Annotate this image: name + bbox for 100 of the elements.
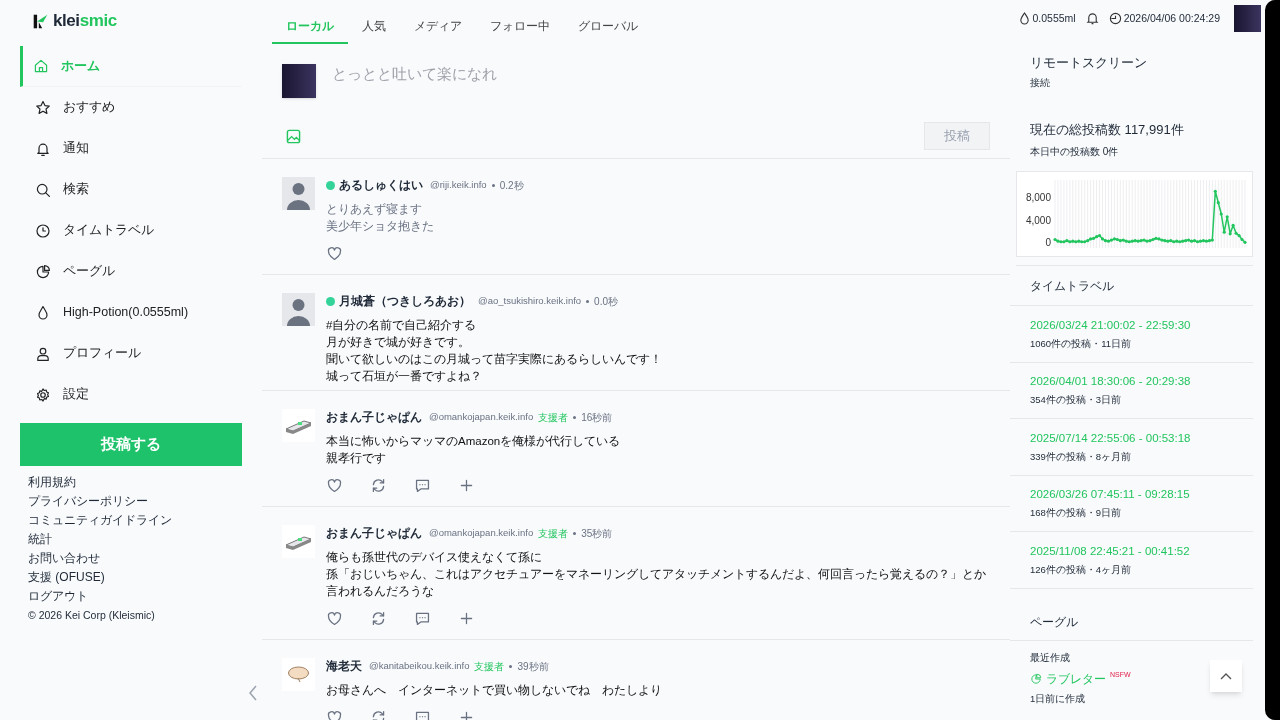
- user-name[interactable]: おまん子じゃぱん: [326, 408, 422, 426]
- collapse-icon[interactable]: [248, 684, 258, 702]
- heart-icon[interactable]: [326, 477, 343, 494]
- post-time: 16秒前: [581, 410, 613, 425]
- nav-item[interactable]: High-Potion(0.0555ml): [20, 292, 242, 333]
- nav-item[interactable]: 通知: [20, 128, 242, 169]
- time-travel-item[interactable]: 2026/03/26 07:45:11 - 09:28:15 168件の投稿・9日前: [1010, 475, 1253, 532]
- y-tick-label: 8,000: [1025, 192, 1051, 203]
- chevron-up-icon: [1220, 672, 1232, 680]
- section-title: タイムトラベル: [1010, 266, 1253, 306]
- repost-icon[interactable]: [370, 477, 387, 494]
- user-name[interactable]: おまん子じゃぱん: [326, 524, 422, 542]
- supporter-label: 支援者: [538, 526, 569, 541]
- logo[interactable]: kleismic: [53, 8, 117, 34]
- user-name[interactable]: 海老天: [326, 657, 362, 675]
- user-handle[interactable]: @omankojapan.keik.info: [429, 525, 534, 541]
- section-title: リモートスクリーン: [1030, 54, 1148, 72]
- nav-item[interactable]: 設定: [20, 374, 242, 415]
- today-post-count: 本日中の投稿数 0件: [1030, 145, 1120, 159]
- feed-tab[interactable]: フォロー中: [476, 12, 564, 44]
- footer-link[interactable]: 利用規約: [28, 474, 76, 491]
- heart-icon[interactable]: [326, 245, 343, 262]
- post-time: 39秒前: [517, 659, 549, 674]
- plus-icon[interactable]: [458, 610, 475, 627]
- clock-icon: [35, 222, 51, 239]
- home-icon: [33, 58, 49, 74]
- connection-status: 接続: [1030, 75, 1051, 90]
- time-travel-item[interactable]: 2026/03/24 21:00:02 - 22:59:30 1060件の投稿・11日前: [1010, 306, 1253, 363]
- user-handle[interactable]: @omankojapan.keik.info: [429, 409, 534, 425]
- pie-chart-icon: [1030, 672, 1042, 685]
- user-handle[interactable]: @kanitabeikou.keik.info: [369, 658, 470, 674]
- settings-icon: [35, 386, 51, 403]
- data-point: [1213, 189, 1217, 193]
- nav-item[interactable]: おすすめ: [20, 87, 242, 128]
- footer-link[interactable]: コミュニティガイドライン: [28, 512, 172, 529]
- box-avatar: [282, 525, 315, 558]
- supporter-label: 支援者: [538, 410, 569, 425]
- feed-tab[interactable]: 人気: [348, 12, 400, 44]
- total-post-count: 現在の総投稿数 117,991件: [1030, 120, 1185, 139]
- nav-item[interactable]: タイムトラベル: [20, 210, 242, 251]
- logo-icon: [32, 12, 49, 30]
- avatar: [282, 64, 316, 98]
- data-point: [1222, 230, 1226, 234]
- comment-icon[interactable]: [414, 610, 431, 627]
- created-time: 1日前に作成: [1029, 691, 1087, 706]
- heart-icon[interactable]: [326, 610, 343, 627]
- post-text: 俺らも孫世代のデバイス使えなくて孫に 孫「おじいちゃん、これはアクセチュアーをマネーリングしてアタッチメントするんだよ、何回言ったら覚えるの？」とか言われるんだろうな: [326, 550, 987, 600]
- potion-amount: 0.0555ml: [1032, 10, 1076, 26]
- drop-icon: [35, 304, 51, 321]
- footer-link[interactable]: プライバシーポリシー: [28, 493, 148, 510]
- post-time: 0.0秒: [594, 294, 618, 309]
- nav-item[interactable]: ペーグル: [20, 251, 242, 292]
- drop-icon: [1019, 12, 1031, 25]
- y-tick-label: 0: [1045, 237, 1051, 249]
- footer-link[interactable]: お問い合わせ: [28, 550, 100, 567]
- data-point: [1216, 201, 1220, 205]
- post-time: 0.2秒: [499, 178, 524, 193]
- data-point: [1225, 215, 1229, 219]
- box-avatar: [282, 409, 315, 442]
- post-text: #自分の名前で自己紹介する 月が好きで城が好きです。 聞いて欲しいのはこの月城って苗字実際にあるらしいんです！ 城って石垣が一番ですよね？: [326, 318, 663, 384]
- bell-icon[interactable]: [1085, 12, 1099, 25]
- supporter-label: 支援者: [474, 659, 505, 674]
- pie-chart-icon: [35, 263, 51, 280]
- nav-item[interactable]: プロフィール: [20, 333, 242, 374]
- post-text: とりあえず寝ます 美少年ショタ抱きた: [326, 202, 435, 234]
- user-handle[interactable]: @riji.keik.info: [430, 177, 487, 193]
- time-travel-item[interactable]: 2025/11/08 22:45:21 - 00:41:52 126件の投稿・4ヶ月前: [1010, 532, 1253, 589]
- nav-item[interactable]: 検索: [20, 169, 242, 210]
- brain-avatar: [282, 658, 315, 691]
- avatar-silhouette: [282, 177, 315, 210]
- footer-link[interactable]: 統計: [28, 531, 52, 548]
- copyright-text: © 2026 Kei Corp (Kleismic): [28, 608, 155, 623]
- clock-icon[interactable]: [1108, 12, 1122, 25]
- post-input[interactable]: とっとと吐いて楽になれ: [332, 64, 1010, 84]
- time-travel-item[interactable]: 2026/04/01 18:30:06 - 20:29:38 354件の投稿・3日前: [1010, 362, 1253, 419]
- feed-tab[interactable]: グローバル: [564, 12, 652, 44]
- user-name[interactable]: あるしゅくはい: [339, 176, 423, 194]
- repost-icon[interactable]: [370, 610, 387, 627]
- post-text: 本当に怖いからマッマのAmazonを俺様が代行している 親孝行です: [326, 434, 622, 466]
- post-time: 35秒前: [581, 526, 613, 541]
- feed-tab[interactable]: メディア: [400, 12, 476, 44]
- user-handle[interactable]: @ao_tsukishiro.keik.info: [478, 293, 582, 309]
- time-travel-item[interactable]: 2025/07/14 22:55:06 - 00:53:18 339件の投稿・8ヶ月前: [1010, 419, 1253, 476]
- data-point: [1219, 212, 1223, 216]
- comment-icon[interactable]: [414, 477, 431, 494]
- section-title: ペーグル: [1010, 588, 1253, 641]
- user-icon: [35, 345, 51, 362]
- footer-link[interactable]: 支援 (OFUSE): [28, 569, 105, 586]
- user-name[interactable]: 月城蒼（つきしろあお）: [339, 292, 471, 310]
- post-text: お母さんへ インターネットで買い物しないでね わたしより: [326, 683, 663, 699]
- search-icon: [35, 181, 51, 198]
- data-point: [1231, 223, 1235, 227]
- recent-label: 最近作成: [1029, 650, 1071, 665]
- y-tick-label: 4,000: [1025, 214, 1051, 226]
- plus-icon[interactable]: [458, 477, 475, 494]
- footer-link[interactable]: ログアウト: [28, 588, 88, 605]
- star-icon: [35, 99, 51, 116]
- datetime: 2026/04/06 00:24:29: [1123, 10, 1220, 26]
- data-point: [1228, 232, 1232, 236]
- avatar-silhouette: [282, 293, 315, 326]
